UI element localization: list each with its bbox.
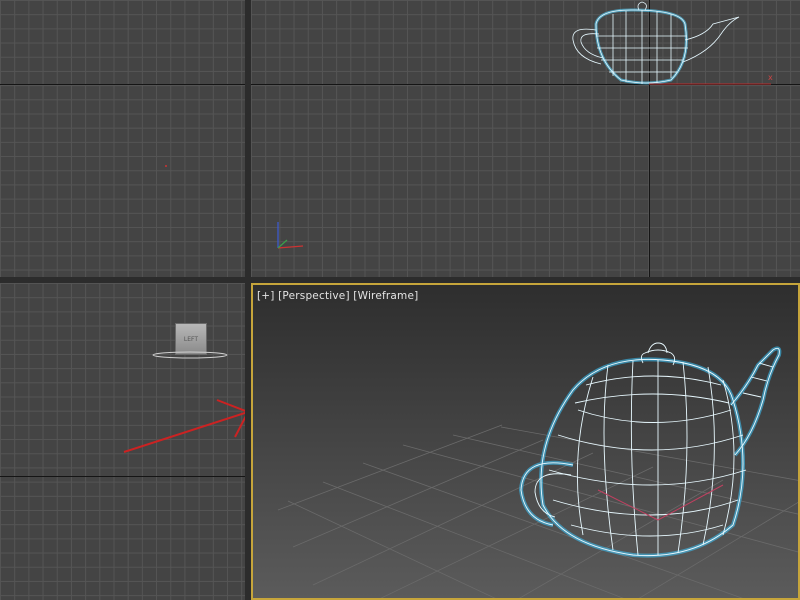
teapot-wireframe-front: x <box>277 1 773 249</box>
viewport-perspective[interactable]: [+] [Perspective] [Wireframe] <box>251 283 800 600</box>
viewport-divider-vertical[interactable] <box>245 0 251 600</box>
red-arrow <box>123 399 245 453</box>
perspective-scene <box>277 342 798 598</box>
viewcube-ring[interactable] <box>152 351 228 359</box>
axis-tripod <box>277 222 304 249</box>
viewport-top-left[interactable] <box>0 0 245 277</box>
perspective-grid <box>277 424 798 598</box>
viewport-top-left-overlay <box>165 165 167 167</box>
viewport-bottom-left-overlay <box>123 351 245 453</box>
origin-marker <box>165 165 167 167</box>
viewport-top-right[interactable]: x <box>251 0 800 277</box>
svg-text:x: x <box>768 73 773 82</box>
viewport-divider-horizontal[interactable] <box>0 277 800 283</box>
viewport-bottom-left[interactable]: LEFT <box>0 283 245 600</box>
